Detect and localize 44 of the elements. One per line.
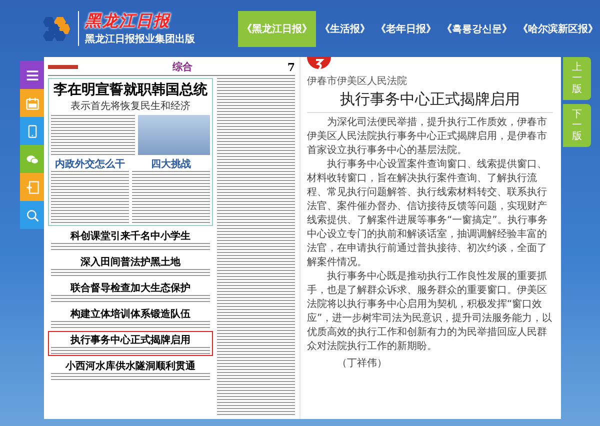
menu-icon [26, 68, 38, 82]
masthead-mark-icon [48, 64, 78, 70]
story-block[interactable]: 科创课堂引来千名中小学生 [48, 227, 213, 252]
story-headline: 小西河水库供水隧洞顺利贯通 [66, 359, 196, 373]
mobile-button[interactable] [20, 117, 44, 145]
article-paragraph: 执行事务中心设置案件查询窗口、线索提供窗口、材料收转窗口，旨在解决执行案件查询、了解执行流程、常见执行问题解答、执行线索材料转交、联系执行法官、案件催办督办、信访接待反馈等问题，实现财产线索提供、了解案件进展等事务“一窗搞定”。执行事务中心设立专门的执前和解谈话室，抽调调解经验丰富的法官，在申请执行前通过普执接待、初次约谈，全面了解案件情况。 [307, 158, 548, 270]
logo-title: 黑龙江日报 [85, 11, 172, 32]
article-byline: （丁祥伟） [336, 356, 388, 370]
chat-bubbles-icon [26, 152, 38, 166]
hexagon-logo-icon [42, 16, 70, 42]
newspaper-tab[interactable]: 《生活报》 [318, 10, 372, 46]
directory-button[interactable] [20, 173, 44, 201]
newspaper-tab[interactable]: 《哈尔滨新区报》 [516, 10, 600, 46]
menu-button[interactable] [20, 61, 44, 89]
section-name: 综合 [172, 60, 193, 74]
chat-button[interactable] [20, 145, 44, 173]
story-block[interactable]: 联合督导检查加大生态保护 [48, 279, 213, 304]
page-number: 7 [287, 60, 295, 74]
story-block[interactable]: 小西河水库供水隧洞顺利贯通 [48, 357, 213, 382]
article-paragraph: 为深化司法便民举措，提升执行工作质效，伊春市伊美区人民法院执行事务中心正式揭牌启用，是伊春市首家设立执行事务中心的基层法院。 [307, 116, 548, 158]
article-title: 执行事务中心正式揭牌启用 [307, 90, 553, 113]
photo-placeholder [138, 115, 210, 155]
lead-subtitle: 表示首先将恢复民生和经济 [70, 100, 190, 113]
lead-headline: 李在明宣誓就职韩国总统 [54, 81, 208, 99]
sub-headline: 内政外交怎么干 [55, 157, 125, 171]
story-block[interactable]: 执行事务中心正式揭牌启用 [48, 331, 213, 356]
mobile-phone-icon [26, 124, 38, 138]
calendar-icon [26, 96, 38, 110]
story-headline: 构建立体培训体系锻造队伍 [70, 307, 190, 321]
story-headline: 深入田间普法护黑土地 [80, 255, 180, 269]
newspaper-tab[interactable]: 《흑룡강신문》 [440, 10, 514, 46]
story-headline: 联合督导检查加大生态保护 [70, 281, 190, 295]
article-source: 伊春市伊美区人民法院 [307, 74, 408, 88]
story-block[interactable]: 构建立体培训体系锻造队伍 [48, 305, 213, 330]
search-button[interactable] [20, 201, 44, 229]
publisher-text: 黑龙江日报报业集团出版 [85, 32, 195, 46]
story-headline: 科创课堂引来千名中小学生 [70, 230, 190, 243]
story-block[interactable]: 深入田间普法护黑土地 [48, 253, 213, 278]
newspaper-tab[interactable]: 《老年日报》 [374, 10, 438, 46]
story-headline: 执行事务中心正式揭牌启用 [70, 333, 190, 347]
search-icon [26, 208, 38, 222]
sub-headline: 四大挑战 [151, 158, 191, 171]
article-paragraph: 执行事务中心既是推动执行工作良性发展的重要抓手，也是了解群众诉求、服务群众的重要窗口。伊美区法院将以执行事务中心启用为契机，积极发挥“窗口效应”，进一步树牢司法为民意识，提升司法服务能力，以优质高效的执行工作和创新有力的为民举措回应人民群众对法院执行工作的新期盼。 [307, 270, 553, 354]
page-directory-icon [26, 180, 38, 194]
